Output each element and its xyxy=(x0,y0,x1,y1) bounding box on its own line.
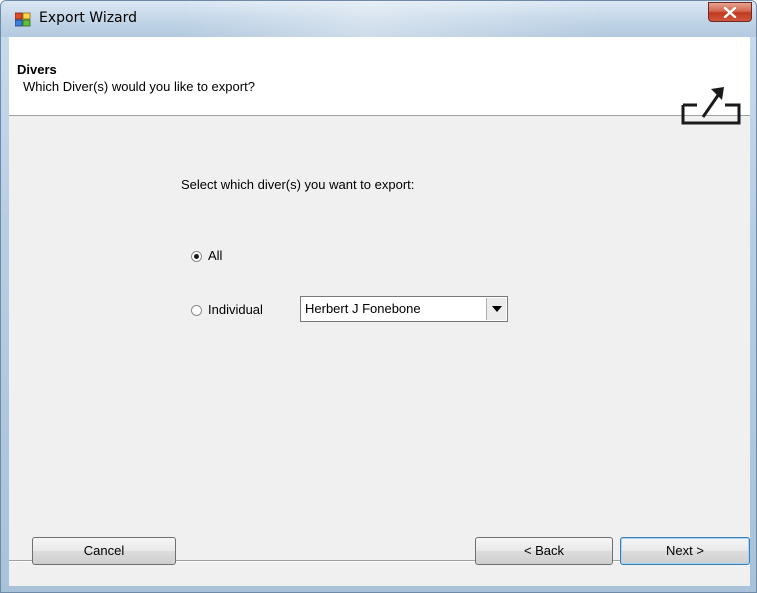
cancel-button[interactable]: Cancel xyxy=(32,537,176,565)
window-title: Export Wizard xyxy=(39,10,138,26)
select-divers-prompt: Select which diver(s) you want to export… xyxy=(181,177,415,192)
page-title: Divers xyxy=(17,62,57,77)
title-bar[interactable]: Export Wizard xyxy=(1,1,756,37)
export-icon xyxy=(681,87,741,125)
diver-select-value: Herbert J Fonebone xyxy=(305,301,421,316)
close-icon xyxy=(723,7,737,18)
close-button[interactable] xyxy=(708,2,752,22)
export-wizard-window: Export Wizard Divers Which Diver(s) woul… xyxy=(0,0,757,593)
title-bar-gloss xyxy=(181,1,601,37)
radio-all-label[interactable]: All xyxy=(208,248,222,263)
page-subtitle: Which Diver(s) would you like to export? xyxy=(23,79,255,94)
back-button[interactable]: < Back xyxy=(475,537,613,565)
radio-individual-label[interactable]: Individual xyxy=(208,302,263,317)
chevron-down-icon xyxy=(492,306,502,312)
radio-individual[interactable] xyxy=(191,305,202,316)
next-button[interactable]: Next > xyxy=(620,537,750,565)
wizard-client-area: Divers Which Diver(s) would you like to … xyxy=(9,37,750,586)
diver-select[interactable]: Herbert J Fonebone xyxy=(300,296,508,322)
wizard-header: Divers Which Diver(s) would you like to … xyxy=(9,37,750,125)
diver-select-dropdown-button[interactable] xyxy=(486,298,506,320)
radio-all-dot xyxy=(194,254,199,259)
app-window-icon xyxy=(15,12,31,27)
radio-all[interactable] xyxy=(191,251,202,262)
